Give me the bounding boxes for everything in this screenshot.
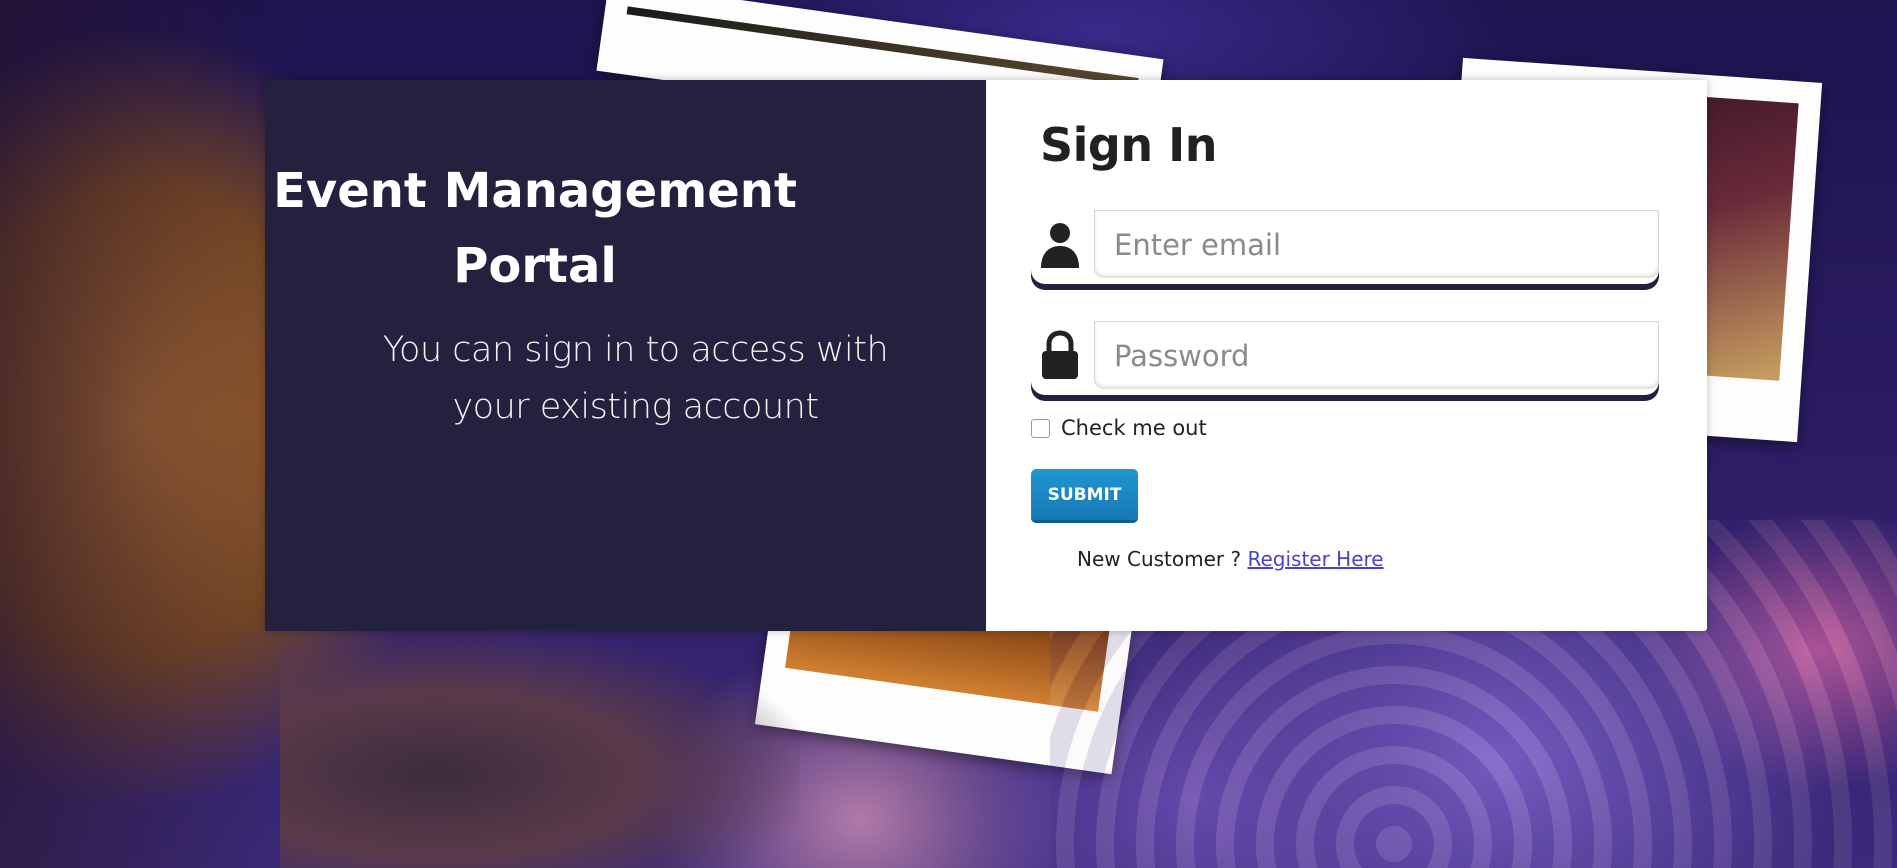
remember-label: Check me out <box>1061 416 1207 440</box>
register-prompt: New Customer ? Register Here <box>1077 547 1384 571</box>
portal-title: Event Management Portal <box>273 163 797 294</box>
email-field-group <box>1031 210 1659 284</box>
password-field-group <box>1031 321 1659 395</box>
password-input[interactable] <box>1094 321 1659 389</box>
lock-icon <box>1036 327 1084 383</box>
remember-checkbox[interactable] <box>1031 418 1050 438</box>
signin-heading: Sign In <box>1040 118 1217 172</box>
email-input[interactable] <box>1094 210 1659 278</box>
info-panel: Event Management Portal You can sign in … <box>265 80 986 631</box>
signin-panel: Sign In Check me out SUBMIT <box>986 80 1707 631</box>
login-card: Event Management Portal You can sign in … <box>265 80 1707 631</box>
register-link[interactable]: Register Here <box>1247 547 1383 571</box>
new-customer-text: New Customer ? <box>1077 547 1242 571</box>
submit-button[interactable]: SUBMIT <box>1031 469 1138 520</box>
portal-subtitle: You can sign in to access with your exis… <box>382 330 889 427</box>
remember-checkbox-row[interactable]: Check me out <box>1031 416 1207 440</box>
user-icon <box>1036 216 1084 272</box>
